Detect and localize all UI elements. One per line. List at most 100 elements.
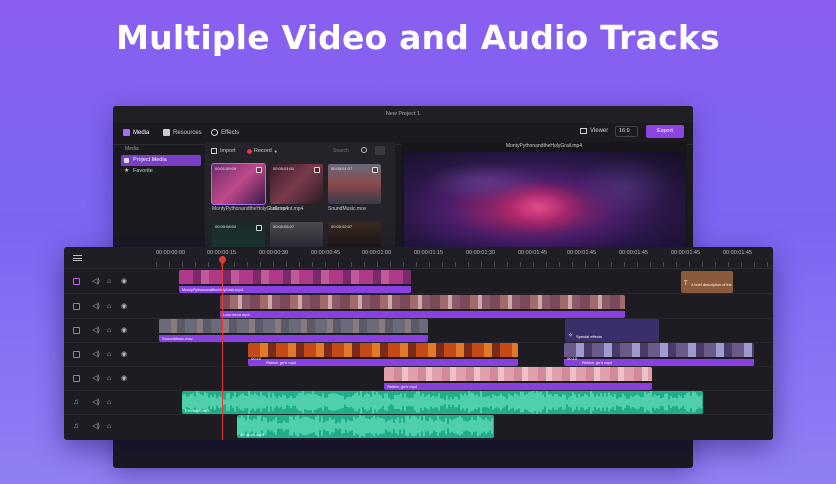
sidebar-item-favorite[interactable]: ★ Favorite: [121, 166, 201, 177]
eye-icon[interactable]: ◉: [121, 303, 127, 311]
video-clip[interactable]: SoundMusic.mov: [159, 319, 428, 342]
volume-icon[interactable]: ◁): [92, 303, 100, 311]
volume-icon[interactable]: ◁): [92, 423, 100, 431]
tab-resources[interactable]: Resources: [163, 129, 202, 136]
search-input[interactable]: Search: [329, 146, 363, 156]
clip-label: Air drum.mp3: [240, 432, 265, 437]
video-clip[interactable]: 00:10 Rebbe, ge's mp4: [248, 343, 518, 366]
ruler-tick: [299, 262, 300, 267]
volume-icon[interactable]: ◁): [92, 278, 100, 286]
checkbox[interactable]: [314, 167, 320, 173]
lock-icon[interactable]: ⌂: [107, 303, 111, 311]
media-thumb[interactable]: 00:00:01:07: [328, 164, 381, 204]
tab-effects[interactable]: Effects: [211, 129, 239, 136]
ruler-tick: [325, 262, 326, 267]
lock-icon[interactable]: ⌂: [107, 351, 111, 359]
menu-icon[interactable]: [73, 255, 82, 261]
video-track-icon: [73, 278, 80, 285]
track-header: ◁) ⌂ ◉: [64, 319, 156, 342]
audio-track-2: ♫ ◁) ⌂ Air drum.mp3: [64, 415, 773, 439]
clip-label: MontyPythonandtheHolyGrail.mp4: [182, 287, 243, 292]
video-clip[interactable]: Rebbe, ge's mp4: [384, 367, 652, 390]
eye-icon[interactable]: ◉: [121, 327, 127, 335]
lock-icon[interactable]: ⌂: [107, 375, 111, 383]
record-button[interactable]: Record ▼: [247, 148, 278, 154]
media-thumb[interactable]: 00:00:01:01: [270, 164, 323, 204]
media-name: MontyPythonandtheHolyGrail.mp4: [212, 206, 289, 212]
ruler-tick: [715, 262, 716, 267]
video-clip[interactable]: Lola rennt.mp4: [220, 295, 625, 318]
import-icon: [211, 148, 217, 154]
eye-icon[interactable]: ◉: [121, 278, 127, 286]
ruler-label: 00:00:01:00: [362, 250, 392, 256]
export-button[interactable]: Export: [646, 125, 684, 138]
video-track-5: ◁) ⌂ ◉ Rebbe, ge's mp4: [64, 367, 773, 391]
search-icon[interactable]: [361, 147, 367, 153]
music-note-icon: ♫: [73, 397, 79, 406]
lock-icon[interactable]: ⌂: [107, 327, 111, 335]
lock-icon[interactable]: ⌂: [107, 278, 111, 286]
lock-icon[interactable]: ⌂: [107, 423, 111, 431]
ruler-tick: [273, 262, 274, 267]
ruler-tick: [260, 262, 261, 267]
ruler-tick: [767, 262, 768, 267]
video-track-2: ◁) ⌂ ◉ Lola rennt.mp4: [64, 295, 773, 319]
eye-icon[interactable]: ◉: [121, 351, 127, 359]
video-track-icon: [73, 327, 80, 334]
media-duration: 00:00:01:07: [331, 166, 353, 171]
aspect-ratio-select[interactable]: 16:9: [615, 126, 638, 137]
import-button[interactable]: Import: [211, 148, 236, 154]
tab-media[interactable]: Media: [123, 129, 149, 136]
track-header: ◁) ⌂ ◉: [64, 367, 156, 390]
media-duration: 00:01:59:09: [215, 166, 237, 171]
ruler-tick: [481, 262, 482, 267]
sidebar-item-project-media[interactable]: Project Media: [121, 155, 201, 166]
ruler-tick: [208, 262, 209, 267]
track-header: ◁) ⌂ ◉: [64, 270, 156, 293]
video-track-4: ◁) ⌂ ◉ 00:10 Rebbe, ge's mp4 00:10 Rebbe…: [64, 343, 773, 367]
effect-clip[interactable]: ✧ Special effects: [565, 319, 659, 342]
audio-clip[interactable]: Air drum.mp3: [237, 415, 494, 438]
checkbox[interactable]: [256, 225, 262, 231]
playhead[interactable]: [222, 256, 223, 440]
media-thumb[interactable]: 00:00:05:07: [270, 222, 323, 250]
track-header: ◁) ⌂ ◉: [64, 343, 156, 366]
audio-clip[interactable]: Elevated.mp3: [182, 391, 703, 414]
media-thumb[interactable]: 00:01:59:09: [211, 163, 266, 205]
ruler-tick: [390, 262, 391, 267]
media-icon: [123, 129, 130, 136]
lock-icon[interactable]: ⌂: [107, 399, 111, 407]
media-duration: 00:00:02:07: [331, 224, 353, 229]
checkbox[interactable]: [256, 167, 262, 173]
video-track-icon: [73, 303, 80, 310]
video-clip[interactable]: MontyPythonandtheHolyGrail.mp4: [179, 270, 411, 293]
video-track-icon: [73, 351, 80, 358]
preview-video[interactable]: [404, 152, 686, 248]
viewer-toggle[interactable]: Viewer: [580, 128, 608, 134]
title-clip[interactable]: T A brief description of the: [681, 271, 733, 293]
video-clip[interactable]: 00:10 Rebbe, ge's mp4: [564, 343, 754, 366]
clip-label: Elevated.mp3: [185, 408, 210, 413]
media-pane: Import Record ▼ Search 00:01:59:09 Monty…: [205, 142, 395, 252]
sidebar-heading: Media: [125, 146, 139, 152]
tab-effects-label: Effects: [221, 129, 240, 136]
ruler-tick: [156, 262, 157, 267]
volume-icon[interactable]: ◁): [92, 375, 100, 383]
effects-icon: ✧: [568, 333, 574, 339]
viewer-label: Viewer: [590, 128, 609, 134]
checkbox[interactable]: [372, 167, 378, 173]
timeline-ruler[interactable]: 00:00:00:00 00:00:00:15 00:00:00:30 00:0…: [64, 247, 773, 269]
media-thumb[interactable]: 00:00:02:07: [328, 222, 381, 250]
window-title: New Project 1: [113, 106, 693, 123]
ruler-tick: [741, 262, 742, 267]
volume-icon[interactable]: ◁): [92, 351, 100, 359]
clip-label: Lola rennt.mp4: [223, 312, 250, 317]
volume-icon[interactable]: ◁): [92, 327, 100, 335]
media-thumb[interactable]: 00:00:08:04: [212, 222, 265, 250]
volume-icon[interactable]: ◁): [92, 399, 100, 407]
list-view-icon[interactable]: [375, 146, 385, 155]
record-label: Record: [254, 148, 272, 154]
effects-icon: [211, 129, 218, 136]
eye-icon[interactable]: ◉: [121, 375, 127, 383]
media-duration: 00:00:01:01: [273, 166, 295, 171]
